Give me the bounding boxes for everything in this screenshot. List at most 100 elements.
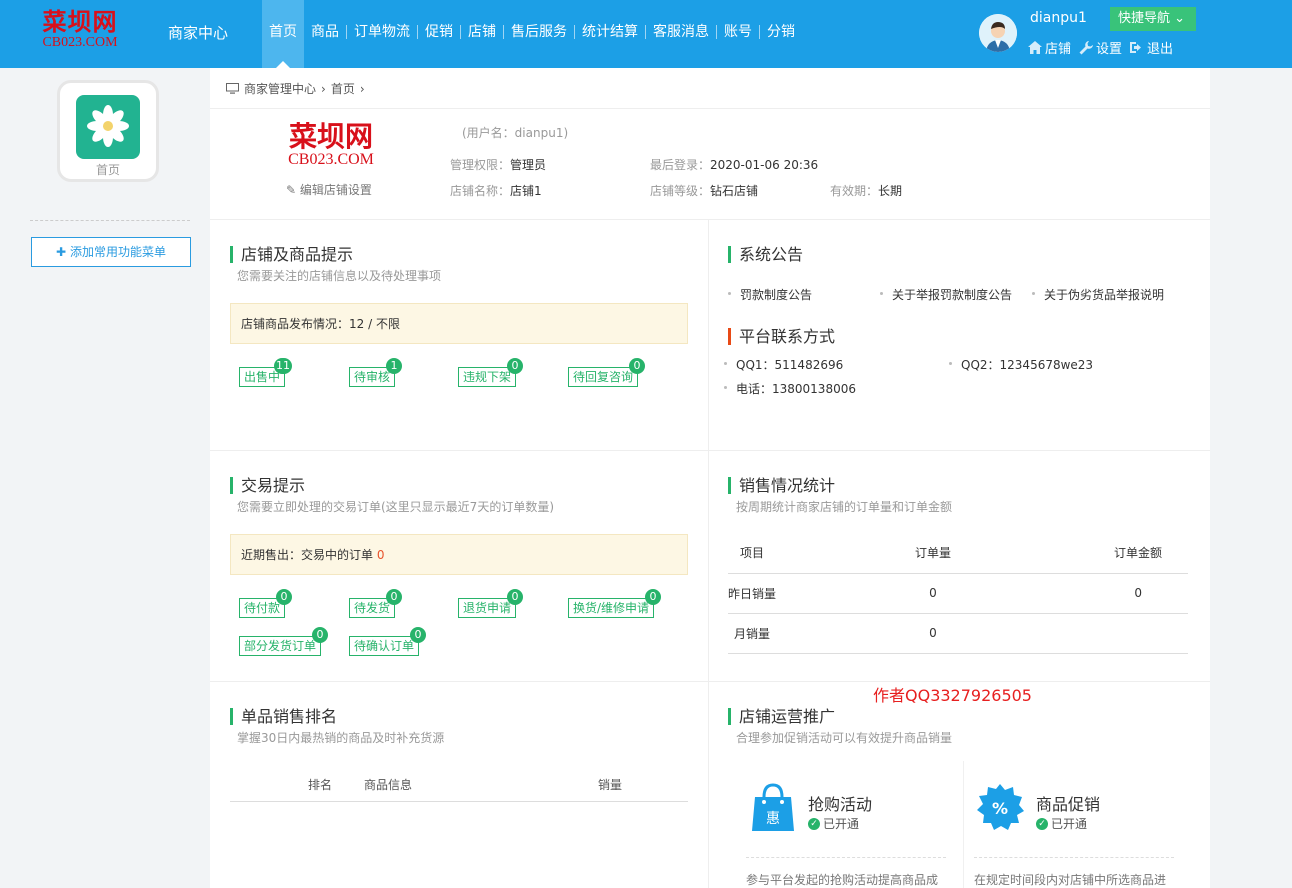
logout-link-label: 退出: [1147, 42, 1174, 57]
quick-nav-button[interactable]: 快捷导航 ⌄: [1110, 7, 1196, 31]
promo-card-product-promotion[interactable]: % 商品促销 ✓ 已开通 在规定时间段内对店铺中所选商品进: [966, 761, 1192, 888]
shop-permission: 管理权限：管理员: [450, 156, 546, 173]
contact-title: 平台联系方式: [728, 328, 835, 345]
count-badge: 0: [410, 627, 427, 643]
count-badge: 0: [507, 589, 524, 605]
tag-violation-removed[interactable]: 违规下架 0: [458, 358, 524, 387]
column-header: 订单金额: [1038, 533, 1188, 574]
tag-label: 待确认订单: [354, 639, 415, 653]
sidebar-divider: [30, 220, 190, 221]
notice-item[interactable]: 罚款制度公告: [727, 286, 812, 303]
site-logo[interactable]: 菜坝网 CB023.COM: [30, 8, 130, 50]
column-divider: [708, 220, 709, 888]
tag-exchange-repair[interactable]: 换货/维修申请 0: [568, 589, 662, 618]
count-badge: 0: [312, 627, 329, 643]
row-name: 昨日销量: [728, 573, 828, 614]
table-row: 昨日销量 0 0: [728, 573, 1188, 614]
count-badge: 0: [276, 589, 293, 605]
tag-return-request[interactable]: 退货申请 0: [458, 589, 524, 618]
sales-stats-subtitle: 按周期统计商家店铺的订单量和订单金额: [736, 500, 953, 514]
promo-status: ✓ 已开通: [808, 815, 859, 832]
nav-account[interactable]: 账号: [717, 0, 759, 68]
shop-level-value: 钻石店铺: [710, 184, 759, 198]
permission-label: 管理权限：: [450, 158, 511, 172]
row-amount: 0: [1038, 573, 1188, 614]
nav-after-sales[interactable]: 售后服务: [504, 0, 574, 68]
promo-card-flash-sale[interactable]: 惠 抢购活动 ✓ 已开通 参与平台发起的抢购活动提高商品成: [738, 761, 964, 888]
divider: [210, 219, 1210, 220]
user-avatar[interactable]: [979, 14, 1017, 52]
add-menu-button[interactable]: ✚ 添加常用功能菜单: [31, 237, 191, 267]
notice-item[interactable]: 关于伪劣货品举报说明: [1031, 286, 1164, 303]
store-tips-subtitle: 您需要关注的店铺信息以及待处理事项: [237, 269, 442, 283]
add-menu-label: 添加常用功能菜单: [69, 245, 166, 259]
edit-icon: ✎: [286, 183, 297, 197]
logout-link[interactable]: 退出: [1130, 38, 1173, 57]
count-badge: 0: [507, 358, 524, 374]
tag-pending-inquiry[interactable]: 待回复咨询 0: [568, 358, 646, 387]
sales-table: 项目 订单量 订单金额 昨日销量 0 0 月销量 0: [728, 533, 1188, 654]
plus-icon: ✚: [56, 245, 67, 259]
column-header: 销量: [598, 768, 688, 802]
tag-pending-confirm[interactable]: 待确认订单 0: [349, 627, 427, 656]
row-amount: [1038, 613, 1188, 654]
contact-qq1: QQ1：511482696: [723, 358, 844, 372]
shop-logo: 菜坝网 CB023.COM: [278, 122, 384, 168]
nav-products[interactable]: 商品: [304, 0, 346, 68]
merchant-center-title[interactable]: 商家中心: [168, 22, 228, 43]
notice-item[interactable]: 关于举报罚款制度公告: [879, 286, 1012, 303]
nav-home[interactable]: 首页: [262, 0, 304, 68]
nav-statistics[interactable]: 统计结算: [575, 0, 645, 68]
sidebar: 首页 ✚ 添加常用功能菜单: [0, 68, 210, 888]
shop-link[interactable]: 店铺: [1028, 38, 1071, 57]
breadcrumb-root[interactable]: 商家管理中心: [244, 80, 316, 97]
sidebar-home-tile[interactable]: 首页: [57, 80, 159, 182]
card-divider: [746, 857, 946, 858]
promo-title: 店铺运营推广: [728, 708, 835, 725]
sidebar-home-label: 首页: [95, 163, 120, 177]
logo-text-cn: 菜坝网: [42, 7, 118, 36]
promo-status-label: 已开通: [1051, 817, 1088, 831]
monitor-icon: [226, 83, 239, 94]
promo-name: 商品促销: [1036, 795, 1101, 814]
nav-orders[interactable]: 订单物流: [347, 0, 417, 68]
edit-shop-settings-label: 编辑店铺设置: [299, 183, 372, 197]
shop-validity: 有效期：长期: [830, 182, 902, 199]
column-header: 订单量: [828, 533, 1038, 574]
last-login-label: 最后登录：: [650, 158, 711, 172]
shop-logo-cn: 菜坝网: [288, 120, 373, 153]
tag-label: 退货申请: [463, 601, 512, 615]
edit-shop-settings-link[interactable]: ✎ 编辑店铺设置: [286, 181, 372, 198]
tag-label: 违规下架: [463, 370, 512, 384]
tag-pending-shipment[interactable]: 待发货 0: [349, 589, 403, 618]
count-badge: 0: [386, 589, 403, 605]
announce-title: 系统公告: [728, 246, 803, 263]
row-qty: 0: [828, 613, 1038, 654]
validity-value: 长期: [878, 184, 903, 198]
tag-pending-payment[interactable]: 待付款 0: [239, 589, 293, 618]
settings-link-label: 设置: [1096, 42, 1123, 57]
discount-badge-icon: %: [977, 784, 1024, 830]
tag-label: 待审核: [354, 370, 391, 384]
chevron-down-icon: ⌄: [1174, 11, 1186, 26]
wrench-icon: [1079, 40, 1094, 54]
nav-promotion[interactable]: 促销: [418, 0, 460, 68]
card-divider: [974, 857, 1174, 858]
nav-distribution[interactable]: 分销: [760, 0, 802, 68]
divider: [210, 108, 1210, 109]
settings-link[interactable]: 设置: [1079, 38, 1122, 57]
tag-partial-shipment[interactable]: 部分发货订单 0: [239, 627, 329, 656]
nav-customer-service[interactable]: 客服消息: [646, 0, 716, 68]
author-note: 作者QQ3327926505: [873, 686, 1032, 705]
ranking-table: 排名 商品信息 销量: [230, 768, 688, 802]
breadcrumb-current[interactable]: 首页: [331, 80, 355, 97]
tag-on-sale[interactable]: 出售中 11: [239, 358, 293, 387]
shop-link-label: 店铺: [1045, 42, 1072, 57]
nav-store[interactable]: 店铺: [461, 0, 503, 68]
username[interactable]: dianpu1: [1030, 10, 1087, 26]
tag-label: 出售中: [244, 370, 281, 384]
row-name: 月销量: [728, 613, 828, 654]
recent-sales-label: 近期售出：交易中的订单: [241, 548, 374, 562]
home-icon: [1028, 41, 1042, 54]
tag-pending-review[interactable]: 待审核 1: [349, 358, 403, 387]
